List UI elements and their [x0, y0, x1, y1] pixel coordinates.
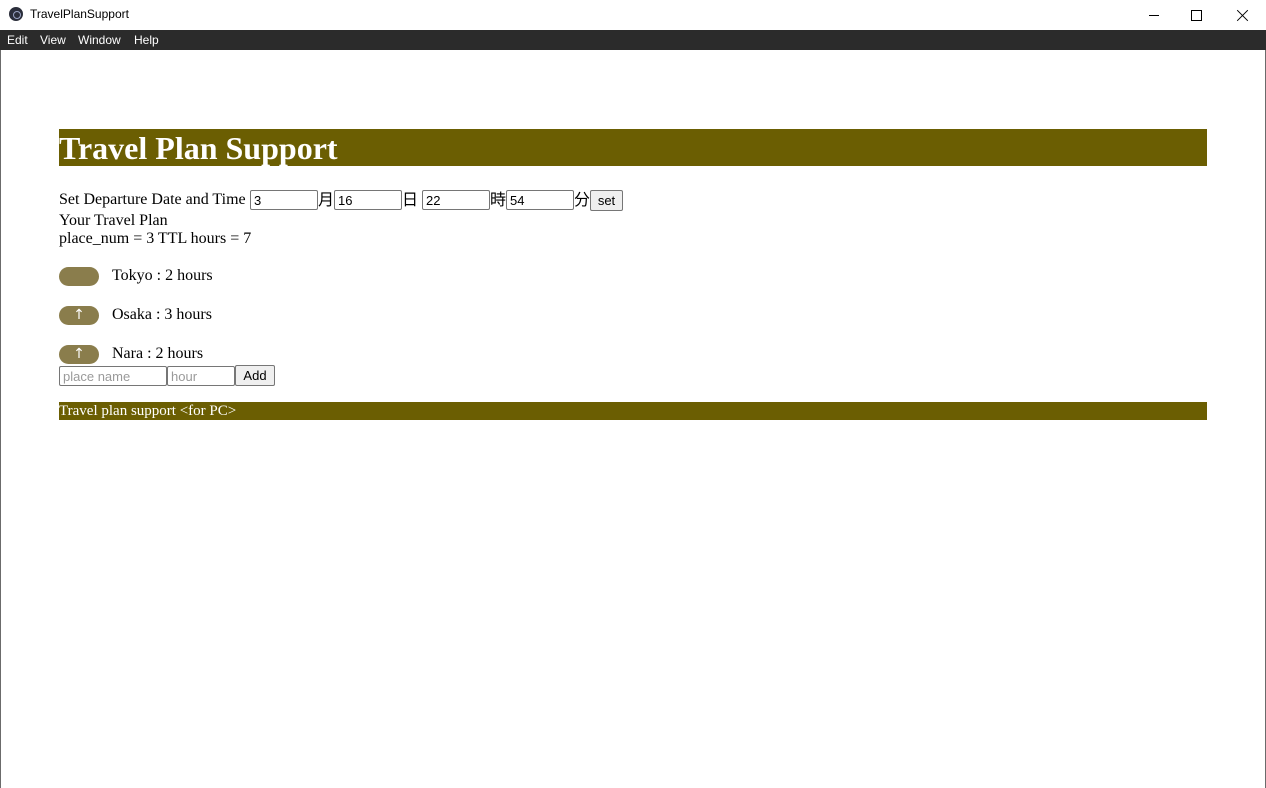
window-border-left — [0, 50, 1, 788]
move-up-button[interactable]: ↑ — [59, 306, 99, 325]
minute-input[interactable] — [506, 190, 574, 210]
menu-item-window[interactable]: Window — [78, 33, 121, 47]
app-icon — [9, 7, 23, 21]
hour-amount-input[interactable] — [167, 366, 235, 386]
month-unit: 月 — [318, 190, 335, 209]
menu-item-view[interactable]: View — [40, 33, 66, 47]
minimize-icon — [1149, 14, 1159, 16]
move-up-button[interactable] — [59, 267, 99, 286]
plan-heading: Your Travel Plan — [59, 212, 168, 229]
place-item: Nara : 2 hours — [112, 345, 204, 362]
hour-unit: 時 — [490, 190, 507, 209]
page-header: Travel Plan Support — [59, 129, 1207, 166]
place-item: Tokyo : 2 hours — [112, 267, 213, 284]
menu-item-help[interactable]: Help — [134, 33, 159, 47]
place-item: Osaka : 3 hours — [112, 306, 212, 323]
month-input[interactable] — [250, 190, 318, 210]
day-unit: 日 — [402, 190, 419, 209]
place-name-input[interactable] — [59, 366, 167, 386]
maximize-icon — [1190, 9, 1202, 21]
title-bar: TravelPlanSupport — [0, 0, 1266, 30]
page-footer: Travel plan support <for PC> — [59, 402, 1207, 420]
minimize-button[interactable] — [1131, 0, 1177, 30]
departure-label: Set Departure Date and Time — [59, 191, 246, 208]
plan-summary: place_num = 3 TTL hours = 7 — [59, 230, 252, 247]
move-up-button[interactable]: ↑ — [59, 345, 99, 364]
maximize-button[interactable] — [1173, 0, 1219, 30]
minute-unit: 分 — [574, 190, 591, 209]
page-title: Travel Plan Support — [59, 130, 338, 166]
hour-input[interactable] — [422, 190, 490, 210]
footer-text: Travel plan support <for PC> — [59, 403, 237, 419]
menu-item-edit[interactable]: Edit — [7, 33, 28, 47]
add-button[interactable]: Add — [235, 365, 275, 386]
window-title: TravelPlanSupport — [30, 7, 129, 21]
day-input[interactable] — [334, 190, 402, 210]
set-button[interactable]: set — [590, 190, 623, 211]
menu-bar: Edit View Window Help — [0, 30, 1266, 50]
close-icon — [1236, 9, 1249, 22]
close-button[interactable] — [1219, 0, 1265, 30]
